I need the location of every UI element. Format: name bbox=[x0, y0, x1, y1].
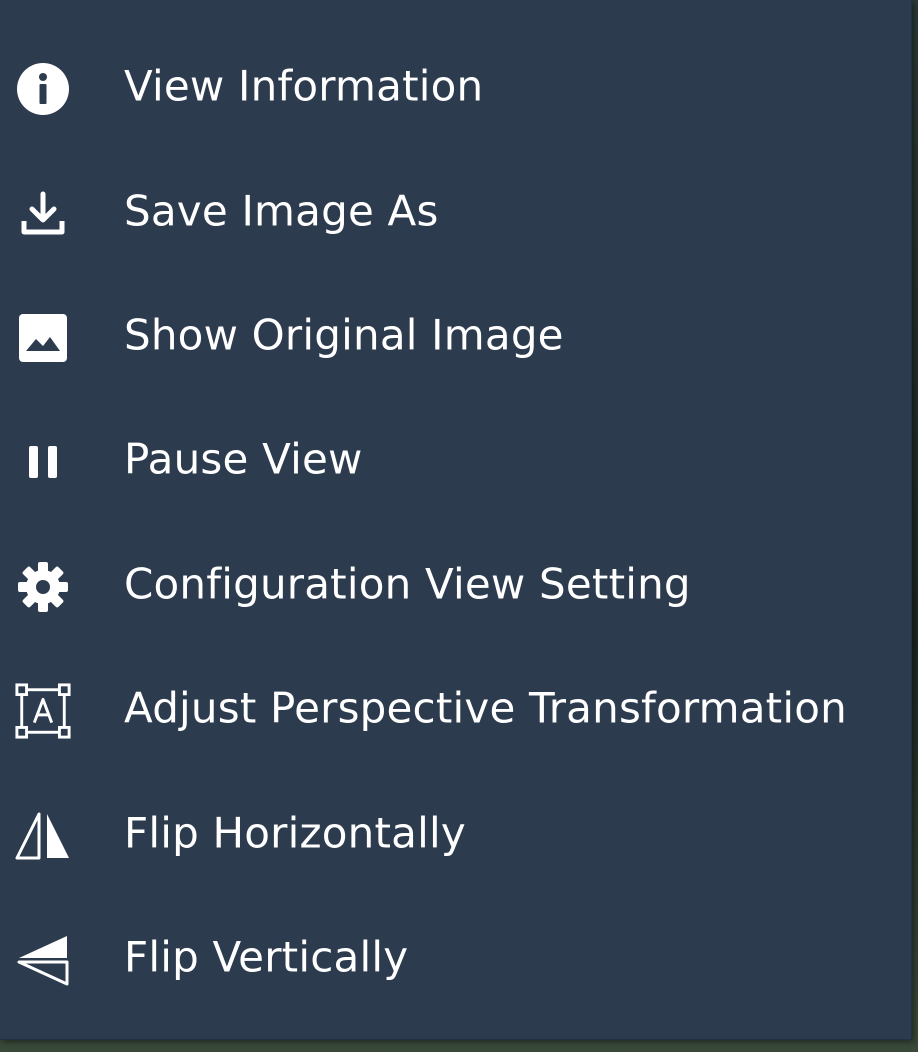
menu-item-label: Flip Horizontally bbox=[124, 808, 466, 858]
menu-item-flip-horizontally[interactable]: Flip Horizontally bbox=[0, 773, 911, 897]
menu-item-flip-vertically[interactable]: Flip Vertically bbox=[0, 898, 911, 1022]
menu-item-label: Flip Vertically bbox=[124, 932, 409, 982]
download-icon bbox=[14, 185, 72, 243]
menu-item-view-information[interactable]: View Information bbox=[0, 27, 911, 151]
menu-item-label: View Information bbox=[124, 61, 484, 111]
flip-vertical-icon bbox=[14, 931, 72, 989]
menu-item-show-original-image[interactable]: Show Original Image bbox=[0, 276, 911, 400]
menu-item-label: Show Original Image bbox=[124, 310, 564, 360]
menu-item-label: Adjust Perspective Transformation bbox=[124, 683, 847, 733]
image-icon bbox=[14, 309, 72, 367]
flip-horizontal-icon bbox=[14, 807, 72, 865]
menu-item-label: Configuration View Setting bbox=[124, 559, 691, 609]
gear-icon bbox=[14, 558, 72, 616]
pause-icon bbox=[14, 433, 72, 491]
menu-item-adjust-perspective-transformation[interactable]: Adjust Perspective Transformation bbox=[0, 649, 911, 773]
perspective-transform-icon bbox=[14, 682, 72, 740]
menu-item-configuration-view-setting[interactable]: Configuration View Setting bbox=[0, 525, 911, 649]
info-icon bbox=[14, 60, 72, 118]
menu-item-pause-view[interactable]: Pause View bbox=[0, 400, 911, 524]
menu-item-label: Save Image As bbox=[124, 186, 439, 236]
context-menu: View Information Save Image As Show Orig… bbox=[0, 0, 912, 1040]
menu-item-save-image-as[interactable]: Save Image As bbox=[0, 151, 911, 275]
menu-item-label: Pause View bbox=[124, 434, 363, 484]
